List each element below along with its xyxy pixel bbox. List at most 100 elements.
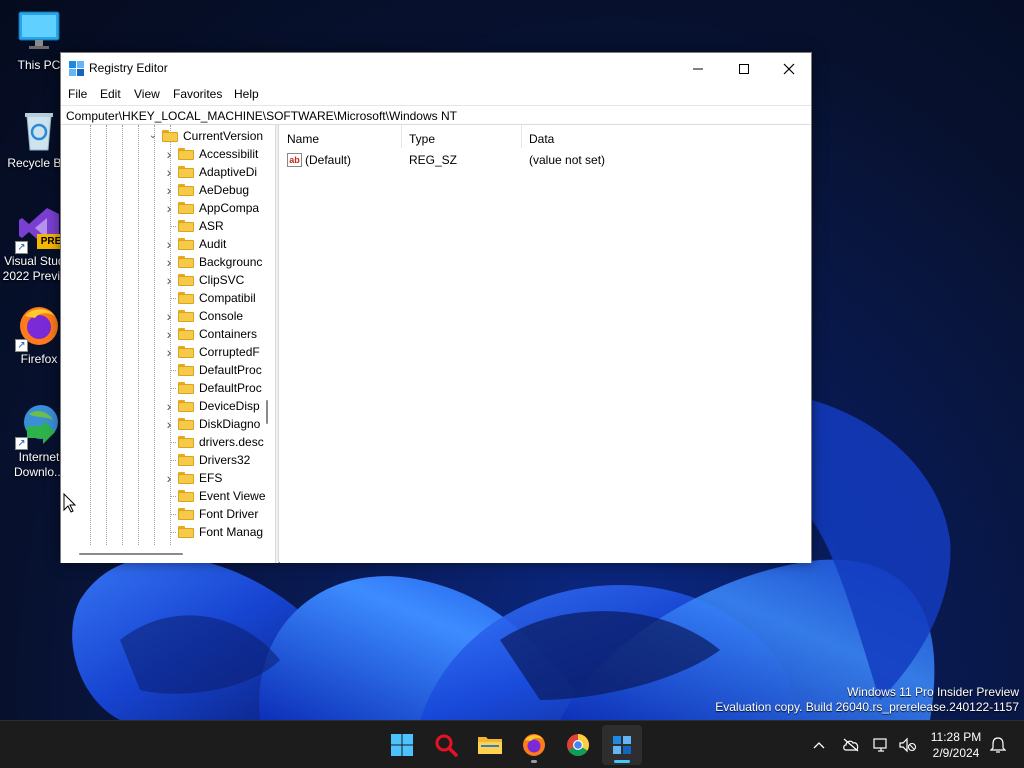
- tree-item[interactable]: DefaultProc: [61, 379, 275, 397]
- folder-icon: [178, 490, 194, 502]
- string-value-icon: ab: [287, 153, 302, 167]
- chevron-right-icon[interactable]: ›: [163, 273, 175, 287]
- chevron-right-icon[interactable]: ›: [163, 327, 175, 341]
- network-icon: [873, 738, 887, 752]
- chevron-right-icon[interactable]: ›: [163, 471, 175, 485]
- tree-item[interactable]: › Backgrounc: [61, 253, 275, 271]
- menu-edit[interactable]: Edit: [100, 87, 121, 101]
- folder-icon: [178, 292, 194, 304]
- tree-item[interactable]: › CorruptedF: [61, 343, 275, 361]
- chevron-right-icon[interactable]: ›: [163, 237, 175, 251]
- volume-tray-button[interactable]: [898, 735, 918, 755]
- tree-item[interactable]: › Audit: [61, 235, 275, 253]
- onedrive-tray-button[interactable]: [841, 735, 861, 755]
- chrome-taskbar-button[interactable]: [558, 725, 598, 765]
- tree-item-label: Drivers32: [199, 453, 251, 467]
- visual-studio-icon: PRE ↗: [15, 206, 65, 254]
- file-explorer-button[interactable]: [470, 725, 510, 765]
- menu-view[interactable]: View: [134, 87, 160, 101]
- tree-item[interactable]: Font Manag: [61, 523, 275, 541]
- tree-item[interactable]: › Console: [61, 307, 275, 325]
- chrome-icon: [567, 734, 589, 756]
- tree-item-label: Compatibil: [199, 291, 256, 305]
- tree-item[interactable]: Drivers32: [61, 451, 275, 469]
- tree-vertical-scrollbar[interactable]: [261, 125, 275, 545]
- tree-item-label: AdaptiveDi: [199, 165, 258, 179]
- registry-tree-pane[interactable]: ⌄ CurrentVersion › Accessibilit › AdaptiveD…: [61, 125, 275, 563]
- chevron-right-icon[interactable]: ›: [163, 201, 175, 215]
- folder-icon: [178, 526, 194, 538]
- registry-values-pane[interactable]: Name Type Data ab (Default) REG_SZ (valu…: [280, 125, 811, 563]
- tree-item-label: DeviceDisp: [199, 399, 260, 413]
- address-bar[interactable]: Computer\HKEY_LOCAL_MACHINE\SOFTWARE\Mic…: [61, 105, 811, 125]
- chevron-right-icon[interactable]: ›: [163, 417, 175, 431]
- folder-icon: [178, 184, 194, 196]
- registry-editor-window[interactable]: Registry Editor File Edit View Favorites…: [60, 52, 812, 563]
- system-clock[interactable]: 11:28 PM 2/9/2024: [924, 729, 988, 761]
- tree-item[interactable]: DefaultProc: [61, 361, 275, 379]
- menu-help[interactable]: Help: [234, 87, 259, 101]
- shortcut-arrow-icon: ↗: [15, 339, 28, 352]
- chevron-down-icon[interactable]: ⌄: [147, 129, 159, 143]
- tree-item[interactable]: drivers.desc: [61, 433, 275, 451]
- minimize-button[interactable]: [675, 53, 721, 84]
- tree-item[interactable]: › Accessibilit: [61, 145, 275, 163]
- folder-icon: [162, 130, 178, 142]
- tree-item[interactable]: › AeDebug: [61, 181, 275, 199]
- chevron-right-icon[interactable]: ›: [163, 399, 175, 413]
- tree-item-label: Font Driver: [199, 507, 259, 521]
- close-icon: [783, 63, 795, 74]
- tree-item[interactable]: › AdaptiveDi: [61, 163, 275, 181]
- firefox-taskbar-button[interactable]: [514, 725, 554, 765]
- chevron-right-icon[interactable]: ›: [163, 147, 175, 161]
- network-tray-button[interactable]: [872, 735, 892, 755]
- column-header-type[interactable]: Type: [402, 125, 522, 148]
- tree-item[interactable]: › EFS: [61, 469, 275, 487]
- clock-date: 2/9/2024: [932, 746, 980, 760]
- scrollbar-thumb[interactable]: [266, 400, 268, 424]
- tree-item[interactable]: › ClipSVC: [61, 271, 275, 289]
- tree-item[interactable]: ASR: [61, 217, 275, 235]
- start-button[interactable]: [382, 725, 422, 765]
- tree-item-label: DefaultProc: [199, 363, 262, 377]
- menu-file[interactable]: File: [68, 87, 87, 101]
- folder-icon: [178, 508, 194, 520]
- tree-item[interactable]: › Containers: [61, 325, 275, 343]
- folder-icon: [178, 148, 194, 160]
- address-path[interactable]: Computer\HKEY_LOCAL_MACHINE\SOFTWARE\Mic…: [66, 109, 457, 123]
- search-button[interactable]: [426, 725, 466, 765]
- scrollbar-thumb[interactable]: [79, 553, 183, 555]
- tree-item[interactable]: › AppCompa: [61, 199, 275, 217]
- tree-item-label: DiskDiagno: [199, 417, 261, 431]
- close-button[interactable]: [766, 53, 812, 84]
- window-title: Registry Editor: [89, 61, 168, 75]
- menu-favorites[interactable]: Favorites: [173, 87, 222, 101]
- tree-item-label: drivers.desc: [199, 435, 264, 449]
- tree-item-currentversion[interactable]: ⌄ CurrentVersion: [61, 127, 275, 145]
- title-bar[interactable]: Registry Editor: [61, 53, 811, 84]
- pane-splitter[interactable]: [275, 125, 279, 563]
- chevron-right-icon[interactable]: ›: [163, 183, 175, 197]
- chevron-right-icon[interactable]: ›: [163, 255, 175, 269]
- registry-value-row[interactable]: ab (Default) REG_SZ (value not set): [280, 151, 811, 169]
- tree-item[interactable]: › DiskDiagno: [61, 415, 275, 433]
- registry-editor-app-icon: [69, 61, 84, 76]
- tree-item-label: Event Viewe: [199, 489, 266, 503]
- tree-item[interactable]: › DeviceDisp: [61, 397, 275, 415]
- chevron-right-icon[interactable]: ›: [163, 165, 175, 179]
- show-hidden-icons-button[interactable]: [809, 735, 829, 755]
- tree-horizontal-scrollbar[interactable]: [61, 545, 275, 563]
- tree-item[interactable]: Compatibil: [61, 289, 275, 307]
- notifications-button[interactable]: [988, 735, 1008, 755]
- chevron-right-icon[interactable]: ›: [163, 345, 175, 359]
- volume-muted-icon: [899, 737, 917, 753]
- tree-item[interactable]: Event Viewe: [61, 487, 275, 505]
- tree-connector-line: [170, 514, 176, 515]
- column-header-name[interactable]: Name: [280, 125, 402, 148]
- chevron-right-icon[interactable]: ›: [163, 309, 175, 323]
- column-header-data[interactable]: Data: [522, 125, 811, 148]
- maximize-button[interactable]: [721, 53, 767, 84]
- registry-editor-taskbar-button[interactable]: [602, 725, 642, 765]
- tree-item[interactable]: Font Driver: [61, 505, 275, 523]
- folder-icon: [178, 382, 194, 394]
